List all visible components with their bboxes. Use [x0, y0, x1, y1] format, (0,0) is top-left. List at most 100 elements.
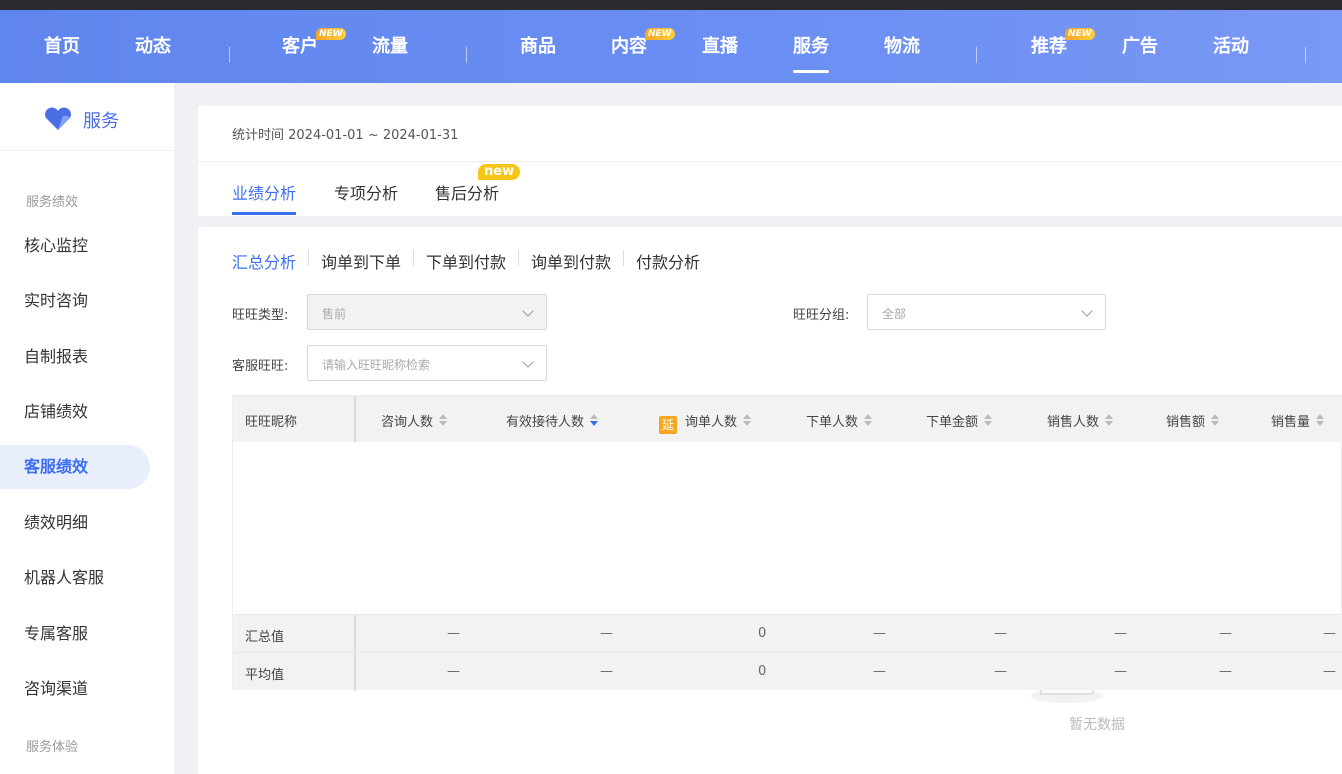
filter-type-label: 旺旺类型:: [232, 308, 289, 323]
subtab-inquiry-to-order[interactable]: 询单到下单: [321, 249, 401, 273]
group-select-value: 全部: [882, 307, 907, 321]
column-divider: [354, 396, 356, 442]
subtab-separator: [518, 250, 519, 266]
chevron-down-icon: [522, 305, 534, 317]
subtab-separator: [308, 250, 309, 266]
sort-icon[interactable]: [1105, 414, 1114, 428]
sidebar-item-shop-performance[interactable]: 店铺绩效: [0, 390, 150, 434]
nav-item-activities[interactable]: 活动: [1213, 32, 1249, 58]
column-header-sales-amount[interactable]: 销售额: [1166, 411, 1220, 430]
column-header-inquiry-count[interactable]: 延询单人数: [659, 411, 752, 434]
nav-item-customer[interactable]: 客户 NEW: [282, 28, 346, 58]
average-cell: 0: [758, 664, 767, 679]
nav-item-dynamics[interactable]: 动态: [135, 32, 171, 58]
sort-icon[interactable]: [1316, 414, 1325, 428]
column-divider: [354, 653, 356, 691]
column-header-sales-count[interactable]: 销售人数: [1047, 411, 1114, 430]
column-header-effective-reception[interactable]: 有效接待人数: [506, 411, 599, 430]
subtab-order-to-pay[interactable]: 下单到付款: [426, 249, 506, 273]
tab-aftersale-analysis[interactable]: 售后分析: [435, 180, 499, 204]
type-select-value: 售前: [322, 307, 347, 321]
sidebar-item-dedicated-service[interactable]: 专属客服: [0, 612, 150, 656]
average-cell: —: [873, 664, 886, 679]
subtab-payment-analysis[interactable]: 付款分析: [636, 249, 700, 273]
nav-separator: [1305, 47, 1306, 63]
new-badge: NEW: [645, 28, 675, 40]
average-cell: —: [447, 664, 460, 679]
summary-label: 汇总值: [245, 630, 285, 645]
sidebar-item-consult-channel[interactable]: 咨询渠道: [0, 667, 150, 711]
table-header: 旺旺昵称 咨询人数 有效接待人数 延询单人数 下单人数 下单金额 销售人数 销售…: [233, 396, 1342, 442]
tab-special-analysis[interactable]: 专项分析: [334, 180, 398, 204]
sidebar-group-performance: 服务绩效: [26, 195, 79, 210]
nav-separator: [466, 47, 467, 63]
summary-cell: —: [600, 626, 613, 641]
window-top-strip: [0, 0, 1342, 10]
nav-item-logistics[interactable]: 物流: [884, 32, 920, 58]
performance-table: 旺旺昵称 咨询人数 有效接待人数 延询单人数 下单人数 下单金额 销售人数 销售…: [232, 395, 1342, 733]
sort-desc-icon[interactable]: [590, 414, 599, 428]
nav-item-content[interactable]: 内容 NEW: [611, 28, 675, 58]
subtab-summary[interactable]: 汇总分析: [232, 249, 296, 273]
chevron-down-icon: [1081, 305, 1093, 317]
sidebar-item-core-monitor[interactable]: 核心监控: [0, 224, 150, 268]
divider: [198, 161, 1342, 162]
top-navigation: 首页 动态 客户 NEW 流量 商品 内容 NEW 直播 服务 物流 推荐 NEW 广…: [0, 10, 1342, 83]
average-cell: —: [1219, 664, 1232, 679]
average-cell: —: [1323, 664, 1336, 679]
new-badge: new: [478, 164, 521, 180]
summary-cell: —: [1219, 626, 1232, 641]
average-cell: —: [600, 664, 613, 679]
column-header-sales-volume[interactable]: 销售量: [1271, 411, 1325, 430]
nav-item-products[interactable]: 商品: [520, 32, 556, 58]
heart-icon: [45, 107, 71, 130]
nav-item-recommend[interactable]: 推荐 NEW: [1031, 28, 1095, 58]
sort-icon[interactable]: [743, 414, 752, 428]
stat-time-range: 统计时间 2024-01-01 ~ 2024-01-31: [232, 128, 459, 143]
subtab-separator: [413, 250, 414, 266]
new-badge: NEW: [1065, 28, 1095, 40]
summary-cell: —: [994, 626, 1007, 641]
sidebar-item-agent-performance[interactable]: 客服绩效: [0, 445, 150, 489]
nav-item-home[interactable]: 首页: [44, 32, 80, 58]
nav-item-ads[interactable]: 广告: [1122, 32, 1158, 58]
summary-cell: 0: [758, 626, 767, 641]
nav-item-service[interactable]: 服务: [793, 32, 829, 58]
nav-separator: [229, 47, 230, 63]
group-select[interactable]: 全部: [867, 294, 1106, 330]
filter-agent-label: 客服旺旺:: [232, 359, 289, 374]
nav-item-live[interactable]: 直播: [702, 32, 738, 58]
nav-item-traffic[interactable]: 流量: [372, 32, 408, 58]
nav-active-indicator: [793, 70, 829, 73]
sort-icon[interactable]: [984, 414, 993, 428]
chevron-down-icon: [522, 356, 534, 368]
new-badge: NEW: [316, 28, 346, 40]
sidebar-item-realtime-consult[interactable]: 实时咨询: [0, 279, 150, 323]
sidebar: 服务 服务绩效 核心监控 实时咨询 自制报表 店铺绩效 客服绩效 绩效明细 机器…: [0, 83, 174, 774]
column-header-consult-count[interactable]: 咨询人数: [381, 411, 448, 430]
average-cell: —: [994, 664, 1007, 679]
filter-group-label: 旺旺分组:: [793, 308, 850, 323]
agent-search-placeholder: 请输入旺旺昵称检索: [322, 358, 431, 372]
agent-search-input[interactable]: 请输入旺旺昵称检索: [307, 345, 547, 381]
sidebar-item-performance-detail[interactable]: 绩效明细: [0, 501, 150, 545]
tab-performance-analysis[interactable]: 业绩分析: [232, 180, 296, 204]
summary-cell: —: [447, 626, 460, 641]
tab-active-underline: [232, 212, 296, 215]
sidebar-brand[interactable]: 服务: [0, 83, 174, 151]
summary-cell: —: [873, 626, 886, 641]
sidebar-item-bot-service[interactable]: 机器人客服: [0, 556, 150, 600]
summary-cell: —: [1323, 626, 1336, 641]
column-header-order-amount[interactable]: 下单金额: [926, 411, 993, 430]
sort-icon[interactable]: [439, 414, 448, 428]
sort-icon[interactable]: [864, 414, 873, 428]
summary-cell: —: [1114, 626, 1127, 641]
header-card: 统计时间 2024-01-01 ~ 2024-01-31 业绩分析 专项分析 售…: [198, 106, 1342, 216]
sort-icon[interactable]: [1211, 414, 1220, 428]
type-select[interactable]: 售前: [307, 294, 547, 330]
sidebar-item-custom-report[interactable]: 自制报表: [0, 335, 150, 379]
empty-state-text: 暂无数据: [1069, 717, 1125, 733]
column-header-nickname: 旺旺昵称: [245, 415, 298, 430]
subtab-inquiry-to-pay[interactable]: 询单到付款: [531, 249, 611, 273]
column-header-order-count[interactable]: 下单人数: [806, 411, 873, 430]
